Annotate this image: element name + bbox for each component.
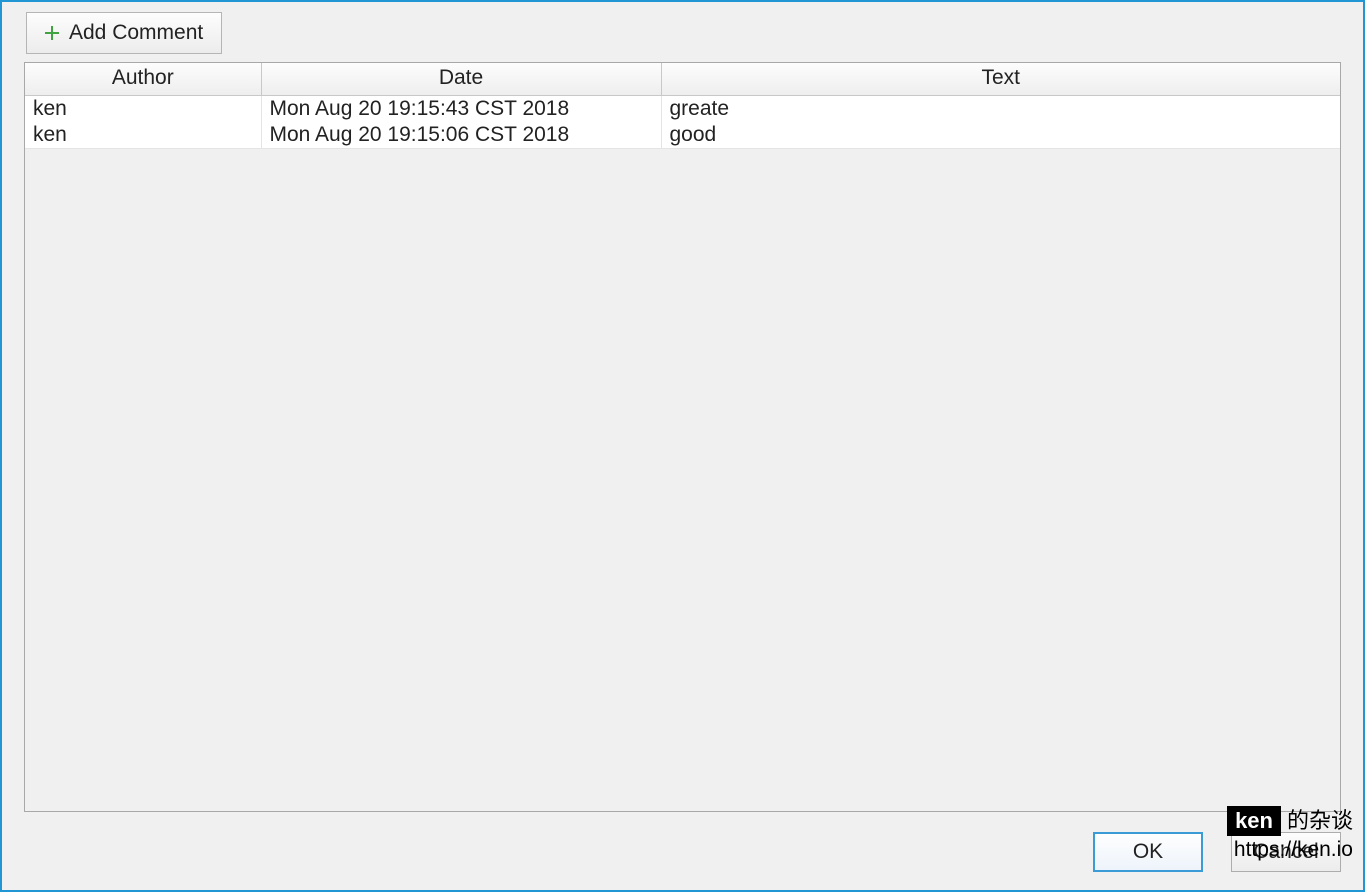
cell-date: Mon Aug 20 19:15:06 CST 2018 xyxy=(261,122,661,149)
toolbar: Add Comment xyxy=(24,10,1341,62)
cell-text: greate xyxy=(661,95,1340,122)
table-row[interactable]: ken Mon Aug 20 19:15:06 CST 2018 good xyxy=(25,122,1340,149)
comments-table: Author Date Text ken Mon Aug 20 19:15:43… xyxy=(25,63,1340,149)
cell-date: Mon Aug 20 19:15:43 CST 2018 xyxy=(261,95,661,122)
column-header-date[interactable]: Date xyxy=(261,63,661,95)
cancel-button[interactable]: Cancel xyxy=(1231,832,1341,872)
cell-author: ken xyxy=(25,95,261,122)
cell-author: ken xyxy=(25,122,261,149)
table-row[interactable]: ken Mon Aug 20 19:15:43 CST 2018 greate xyxy=(25,95,1340,122)
table-header-row: Author Date Text xyxy=(25,63,1340,95)
cell-text: good xyxy=(661,122,1340,149)
dialog-content: Add Comment Author Date Text ken Mon Aug… xyxy=(2,2,1363,812)
ok-button[interactable]: OK xyxy=(1093,832,1203,872)
dialog-button-bar: OK Cancel xyxy=(1093,832,1341,872)
add-comment-button[interactable]: Add Comment xyxy=(26,12,222,54)
add-comment-label: Add Comment xyxy=(69,21,203,45)
column-header-author[interactable]: Author xyxy=(25,63,261,95)
column-header-text[interactable]: Text xyxy=(661,63,1340,95)
comments-table-container: Author Date Text ken Mon Aug 20 19:15:43… xyxy=(24,62,1341,812)
plus-icon xyxy=(43,24,61,42)
